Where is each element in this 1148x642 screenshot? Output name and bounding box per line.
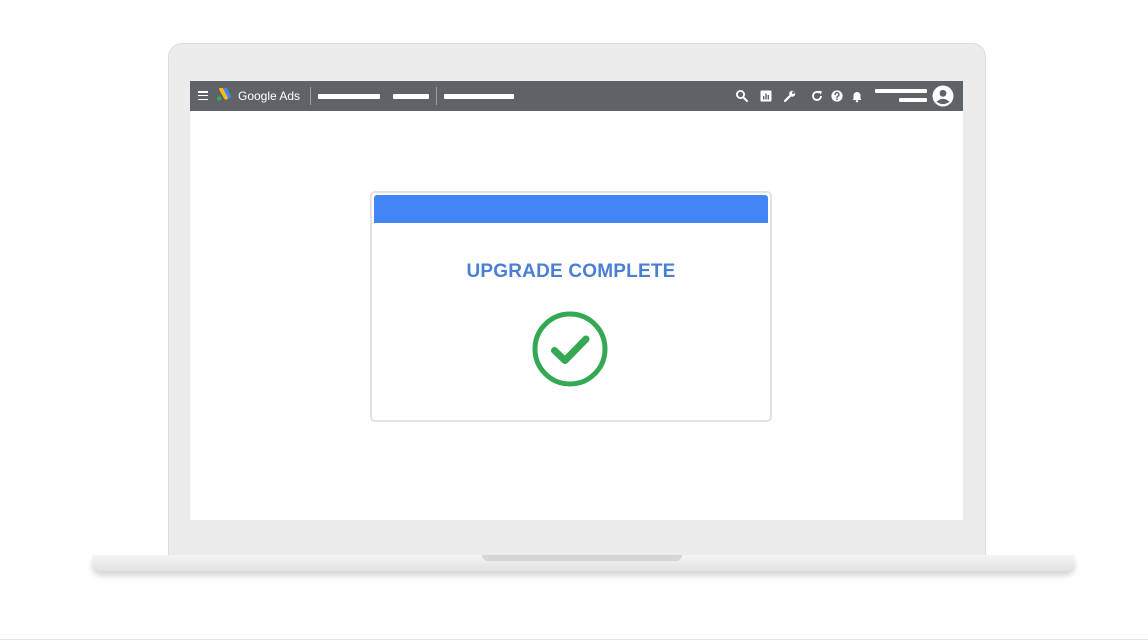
user-email-placeholder[interactable] (899, 98, 927, 102)
dialog-title: UPGRADE COMPLETE (466, 261, 676, 282)
breadcrumb-placeholder[interactable] (393, 94, 429, 99)
account-name-placeholder[interactable] (444, 94, 514, 99)
reports-icon[interactable] (759, 89, 773, 103)
app-name[interactable]: Google Ads (238, 89, 300, 103)
laptop-base-notch (482, 555, 682, 561)
notifications-bell-icon[interactable] (850, 89, 864, 103)
breadcrumb-placeholder[interactable] (318, 94, 380, 99)
tools-wrench-icon[interactable] (783, 89, 797, 103)
account-avatar-icon[interactable] (932, 85, 954, 107)
hamburger-menu-icon[interactable] (198, 91, 208, 101)
refresh-icon[interactable] (810, 89, 824, 103)
stage-divider (0, 639, 1148, 640)
google-ads-logo-icon (216, 87, 231, 102)
help-icon[interactable] (830, 89, 844, 103)
dialog-header-bar (374, 195, 768, 223)
laptop-screen: Google Ads UPGRADE COMPLETE (190, 81, 963, 520)
topbar-divider (436, 87, 437, 105)
topbar-divider (310, 87, 311, 105)
check-circle-icon (531, 310, 609, 388)
search-icon[interactable] (735, 89, 749, 103)
top-app-bar: Google Ads (190, 81, 963, 111)
user-name-placeholder[interactable] (875, 89, 927, 93)
laptop-base (92, 555, 1075, 571)
upgrade-complete-dialog: UPGRADE COMPLETE (370, 191, 772, 422)
